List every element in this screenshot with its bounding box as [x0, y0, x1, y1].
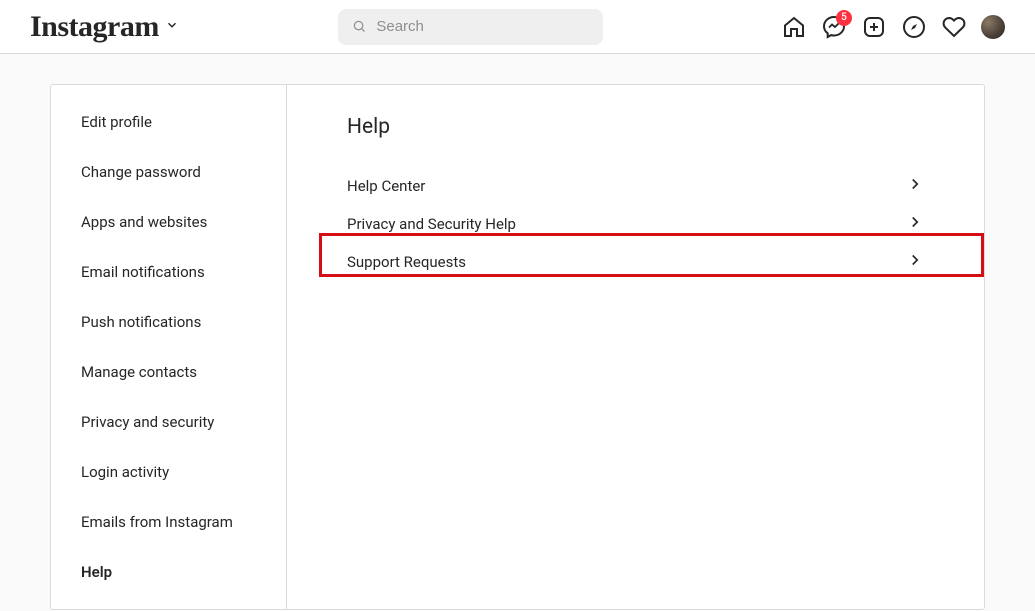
sidebar-item-email-notifications[interactable]: Email notifications	[51, 247, 286, 297]
app-header: Instagram 5	[0, 0, 1035, 54]
search-box[interactable]	[338, 9, 603, 45]
search-icon	[352, 19, 366, 35]
activity-heart-icon[interactable]	[941, 14, 967, 40]
search-input[interactable]	[376, 18, 589, 35]
sidebar-item-help[interactable]: Help	[51, 547, 286, 597]
sidebar-item-emails-instagram[interactable]: Emails from Instagram	[51, 497, 286, 547]
chevron-right-icon	[906, 213, 924, 235]
nav-icons: 5	[781, 14, 1005, 40]
avatar[interactable]	[981, 15, 1005, 39]
sidebar-item-privacy-security[interactable]: Privacy and security	[51, 397, 286, 447]
messenger-icon[interactable]: 5	[821, 14, 847, 40]
page-title: Help	[347, 115, 924, 139]
brand-group: Instagram	[30, 10, 330, 44]
option-label: Support Requests	[347, 253, 466, 271]
instagram-logo[interactable]: Instagram	[30, 10, 159, 44]
chevron-right-icon	[906, 251, 924, 273]
messenger-badge: 5	[836, 10, 852, 26]
new-post-icon[interactable]	[861, 14, 887, 40]
sidebar-item-edit-profile[interactable]: Edit profile	[51, 97, 286, 147]
help-option-support-requests[interactable]: Support Requests	[347, 243, 924, 281]
option-label: Privacy and Security Help	[347, 215, 516, 233]
sidebar-item-push-notifications[interactable]: Push notifications	[51, 297, 286, 347]
explore-icon[interactable]	[901, 14, 927, 40]
sidebar-item-login-activity[interactable]: Login activity	[51, 447, 286, 497]
option-label: Help Center	[347, 177, 425, 195]
home-icon[interactable]	[781, 14, 807, 40]
settings-main: Help Help Center Privacy and Security He…	[287, 85, 984, 609]
search-container	[338, 9, 603, 45]
sidebar-item-apps-websites[interactable]: Apps and websites	[51, 197, 286, 247]
help-option-help-center[interactable]: Help Center	[347, 167, 924, 205]
settings-container: Edit profile Change password Apps and we…	[50, 84, 985, 610]
help-option-privacy-security[interactable]: Privacy and Security Help	[347, 205, 924, 243]
settings-sidebar: Edit profile Change password Apps and we…	[51, 85, 287, 609]
chevron-right-icon	[906, 175, 924, 197]
sidebar-item-change-password[interactable]: Change password	[51, 147, 286, 197]
sidebar-item-manage-contacts[interactable]: Manage contacts	[51, 347, 286, 397]
chevron-down-icon[interactable]	[165, 17, 179, 36]
